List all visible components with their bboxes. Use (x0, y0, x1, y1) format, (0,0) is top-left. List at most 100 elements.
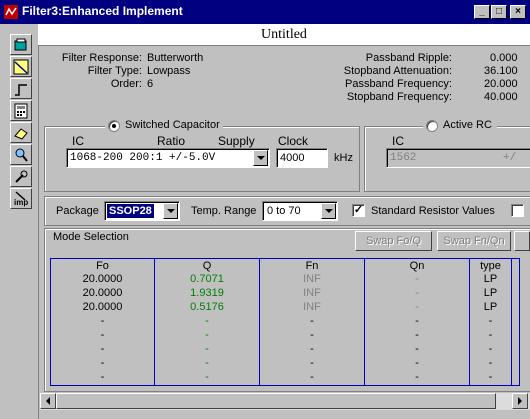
standard-resistor-checkbox[interactable]: ✓ (352, 204, 365, 217)
table-cell-empty: - (310, 357, 314, 369)
table-cell-fo[interactable]: 20.0000 (51, 287, 154, 300)
extra-option-checkbox[interactable] (511, 204, 524, 217)
scroll-right-button[interactable] (512, 393, 528, 409)
qn-header: Qn (409, 260, 425, 272)
table-cell-empty: - (310, 371, 314, 383)
ic-select[interactable]: 1068-200 200:1 +/-5.0V (66, 148, 270, 168)
table-cell-empty: - (100, 371, 105, 383)
table-cell-empty: - (488, 315, 493, 327)
step-tool-button[interactable] (10, 78, 32, 99)
active-rc-ic-value-cut: +/ (503, 152, 517, 164)
table-cell-type[interactable]: LP (470, 287, 511, 300)
package-select-value: SSOP28 (107, 204, 154, 218)
probe-tool-button[interactable] (10, 166, 32, 187)
active-rc-label: Active RC (443, 119, 492, 131)
horizontal-scrollbar[interactable] (40, 393, 530, 410)
clock-input[interactable]: 4000 (276, 148, 328, 168)
eraser-tool-button[interactable] (10, 122, 32, 143)
chevron-down-icon[interactable] (321, 203, 336, 219)
table-cell-qn[interactable]: - (365, 273, 469, 286)
probe-icon (15, 170, 28, 183)
arrow-right-icon (518, 397, 522, 405)
standard-resistor-label: Standard Resistor Values (371, 205, 495, 217)
fn-column: Fn INF INF INF - - - - - (260, 259, 365, 385)
table-cell-empty: - (205, 357, 209, 369)
type-header: type (480, 260, 501, 272)
table-cell-empty: - (100, 343, 105, 355)
table-cell-fn[interactable]: INF (260, 287, 364, 300)
passband-ripple-value: 0.000 (490, 52, 518, 64)
stopband-attenuation-label: Stopband Attenuation: (343, 65, 452, 77)
q-header: Q (202, 260, 212, 272)
package-label: Package (56, 205, 99, 217)
table-cell-empty: - (488, 329, 493, 341)
table-cell-fn[interactable]: INF (260, 301, 364, 314)
switched-capacitor-option[interactable]: Switched Capacitor (105, 119, 223, 133)
ratio-header: Ratio (157, 134, 186, 148)
chevron-down-icon[interactable] (163, 203, 178, 219)
table-cell-fo[interactable]: 20.0000 (51, 273, 154, 286)
impedance-tool-button[interactable]: imp (10, 188, 32, 209)
lowpass-icon (13, 59, 29, 75)
maximize-button[interactable]: □ (491, 5, 507, 19)
q-column: Q 0.7071 1.9319 0.5176 - - - - - (155, 259, 260, 385)
table-cell-empty: - (205, 343, 209, 355)
more-button[interactable] (514, 231, 530, 251)
temp-range-value: 0 to 70 (267, 205, 301, 217)
title-bar: Filter3:Enhanced Implement _ □ × (0, 0, 530, 24)
table-cell-empty: - (310, 315, 314, 327)
switched-capacitor-label: Switched Capacitor (125, 119, 220, 131)
active-rc-radio[interactable] (426, 120, 438, 132)
open-tool-button[interactable] (10, 34, 32, 55)
passband-frequency-value: 20.000 (484, 78, 518, 90)
package-select[interactable]: SSOP28 (104, 201, 180, 221)
lowpass-tool-button[interactable] (10, 56, 32, 77)
clock-header: Clock (278, 134, 309, 148)
table-cell-empty: - (415, 315, 419, 327)
table-cell-empty: - (310, 343, 314, 355)
table-cell-empty: - (415, 371, 419, 383)
active-rc-ic-select: 1562 +/ (386, 148, 530, 168)
mode-selection-label: Mode Selection (53, 231, 129, 243)
eraser-icon (14, 128, 28, 140)
table-cell-qn[interactable]: - (365, 287, 469, 300)
table-cell-fn[interactable]: INF (260, 273, 364, 286)
swap-fn-qn-button[interactable]: Swap Fn/Qn (437, 231, 511, 251)
table-cell-q[interactable]: 0.7071 (155, 273, 259, 286)
calculator-tool-button[interactable] (10, 100, 32, 121)
open-icon (14, 38, 27, 51)
table-cell-empty: - (205, 329, 209, 341)
filter-response-label: Filter Response: (61, 52, 142, 64)
mode-table: Fo 20.0000 20.0000 20.0000 ----- Q 0.707… (50, 258, 520, 386)
chevron-down-icon[interactable] (253, 150, 268, 166)
table-cell-type[interactable]: LP (470, 301, 511, 314)
temp-range-select[interactable]: 0 to 70 (262, 201, 338, 221)
switched-capacitor-radio[interactable] (108, 120, 120, 132)
table-cell-empty: - (488, 371, 493, 383)
table-cell-empty: - (205, 315, 209, 327)
swap-fo-q-button[interactable]: Swap Fo/Q (355, 231, 432, 251)
table-cell-fo[interactable]: 20.0000 (51, 301, 154, 314)
filter-type-label: Filter Type: (87, 65, 142, 77)
ic-header: IC (72, 134, 84, 148)
table-cell-empty: - (100, 315, 105, 327)
table-cell-empty: - (488, 343, 493, 355)
close-button[interactable]: × (510, 5, 526, 19)
table-cell-empty: - (100, 357, 105, 369)
table-cell-qn[interactable]: - (365, 301, 469, 314)
scroll-thumb[interactable] (56, 393, 496, 409)
minimize-button[interactable]: _ (474, 5, 490, 19)
active-rc-ic-value: 1562 (390, 152, 417, 164)
table-cell-type[interactable]: LP (470, 273, 511, 286)
filter-response-value: Butterworth (147, 52, 204, 64)
temp-range-label: Temp. Range (191, 205, 257, 217)
table-cell-empty: - (488, 357, 493, 369)
fo-header: Fo (96, 260, 109, 272)
table-cell-q[interactable]: 0.5176 (155, 301, 259, 314)
active-rc-option[interactable]: Active RC (423, 119, 497, 133)
app-icon[interactable] (4, 5, 18, 19)
table-cell-q[interactable]: 1.9319 (155, 287, 259, 300)
passband-ripple-label: Passband Ripple: (365, 52, 452, 64)
scroll-left-button[interactable] (40, 393, 56, 409)
zoom-tool-button[interactable] (10, 144, 32, 165)
